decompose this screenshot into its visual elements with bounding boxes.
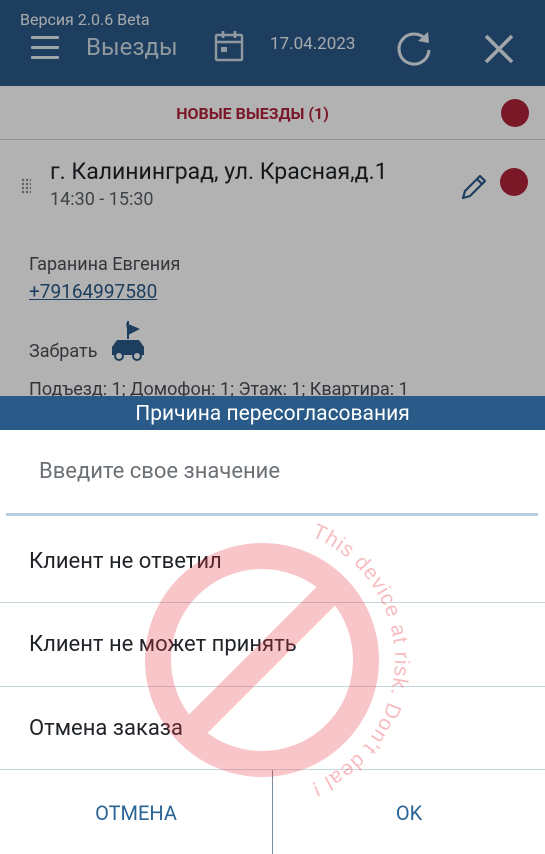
- ok-button[interactable]: OK: [273, 770, 545, 854]
- dialog-title: Причина пересогласования: [135, 402, 410, 426]
- dialog-title-bar: Причина пересогласования: [0, 396, 545, 430]
- option-client-no-answer[interactable]: Клиент не ответил: [0, 519, 545, 603]
- reschedule-reason-dialog: Причина пересогласования Клиент не ответ…: [0, 396, 545, 854]
- option-order-cancel[interactable]: Отмена заказа: [0, 686, 545, 770]
- cancel-button[interactable]: ОТМЕНА: [0, 770, 272, 854]
- option-client-cannot-accept[interactable]: Клиент не может принять: [0, 602, 545, 686]
- custom-reason-input[interactable]: [6, 430, 538, 516]
- dialog-buttons: ОТМЕНА OK: [0, 769, 545, 854]
